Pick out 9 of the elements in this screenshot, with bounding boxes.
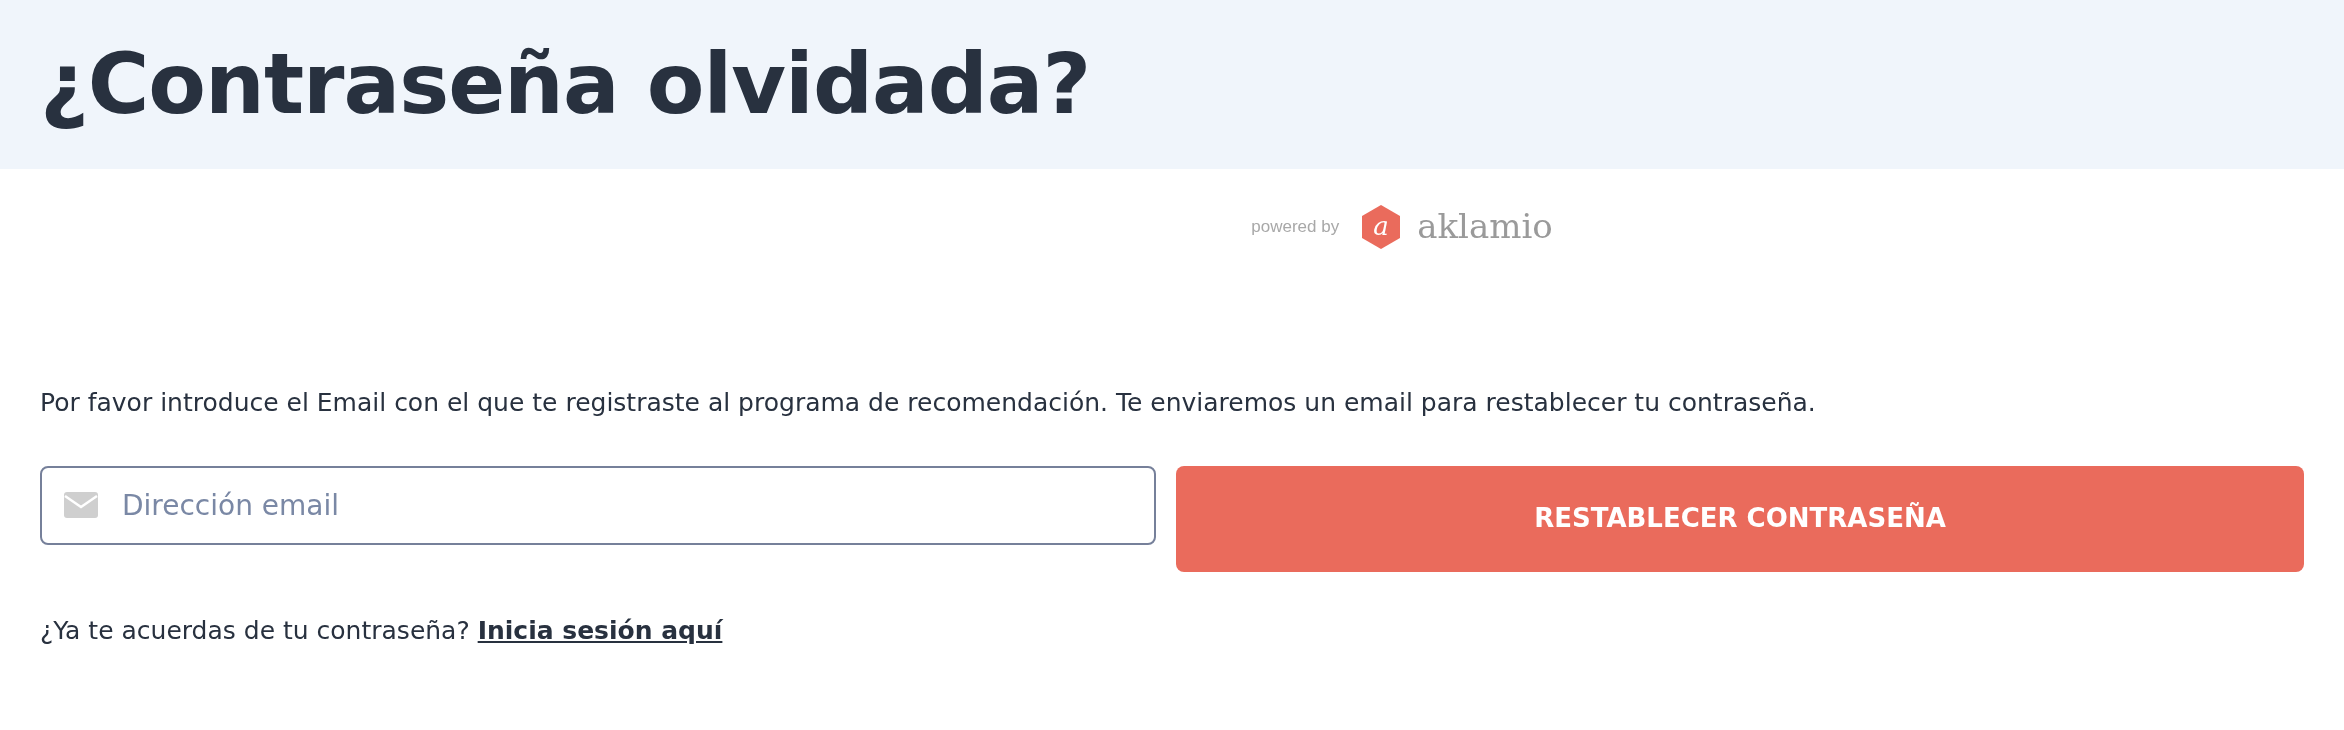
logo-icon: a bbox=[1361, 204, 1402, 249]
login-prompt-text: ¿Ya te acuerdas de tu contraseña? bbox=[40, 615, 470, 645]
instruction-text: Por favor introduce el Email con el que te registraste al programa de recomendación. Te enviaremos un email para restablecer tu contraseña. bbox=[40, 387, 1817, 419]
brand-name: aklamio bbox=[1417, 205, 1553, 248]
login-link[interactable]: Inicia sesión aquí bbox=[477, 615, 723, 645]
page-title: ¿Contraseña olvidada? bbox=[40, 34, 1091, 135]
email-field[interactable]: Dirección email bbox=[40, 465, 1156, 545]
powered-by-text: powered by bbox=[1251, 215, 1340, 238]
envelope-icon bbox=[64, 491, 98, 518]
